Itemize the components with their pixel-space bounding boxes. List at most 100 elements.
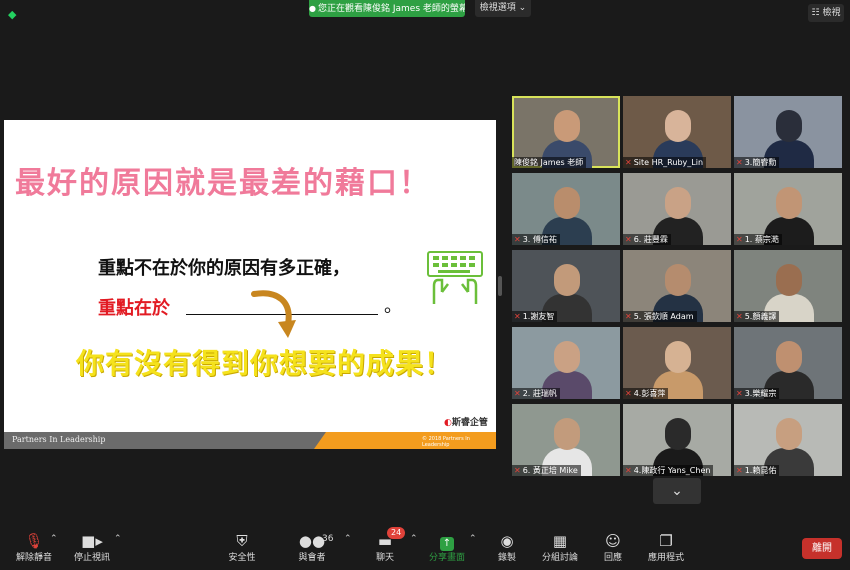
participant-tile[interactable]: 陳俊銘 James 老師: [512, 96, 620, 168]
share-screen-icon: ↑: [417, 530, 477, 552]
participant-name: 3.簡睿勳: [744, 158, 777, 167]
slide-title: 最好的原因就是最差的藉口！: [15, 166, 431, 201]
view-options-button[interactable]: 檢視選項 ⌄: [475, 0, 531, 17]
participant-name: Site HR_Ruby_Lin: [633, 158, 704, 167]
participant-name: 2. 莊瑞帆: [522, 389, 557, 398]
participant-face: [776, 418, 802, 450]
participant-name: 陳俊銘 James 老師: [514, 158, 584, 167]
chat-button[interactable]: ▬ 聊天: [355, 524, 415, 564]
participants-button[interactable]: ●● 與會者: [282, 524, 342, 564]
participant-face: [554, 418, 580, 450]
participant-name-label: ✕ 6. 莊豐霖: [623, 234, 671, 245]
participant-face: [665, 341, 691, 373]
footer-brand: Partners In Leadership: [12, 435, 106, 444]
slide-line-1: 重點不在於你的原因有多正確，: [98, 258, 350, 279]
participant-face: [776, 187, 802, 219]
participant-name: 5. 張欽順 Adam: [633, 312, 694, 321]
muted-microphone-icon: ✕: [736, 158, 743, 167]
leave-meeting-button[interactable]: 離開: [802, 538, 842, 559]
keyboard-typing-icon: [427, 251, 483, 304]
shield-icon[interactable]: ◆: [8, 9, 18, 21]
participant-tile[interactable]: ✕ 1. 蔡宗澔: [734, 173, 842, 245]
grid-icon: ☷: [811, 8, 820, 18]
top-bar: ◆ ● 您正在觀看陳俊銘 James 老師的螢幕 檢視選項 ⌄ ☷ 檢視: [0, 0, 850, 22]
slide-line-3: 你有沒有得到你想要的成果！: [76, 347, 454, 380]
participant-tile[interactable]: ✕ 6. 黃正培 Mike: [512, 404, 620, 476]
participant-tile[interactable]: ✕ 2. 莊瑞帆: [512, 327, 620, 399]
participant-face: [554, 341, 580, 373]
participant-name-label: ✕ 3.樂耀宗: [734, 388, 780, 399]
muted-microphone-icon: ✕: [625, 235, 632, 244]
gallery-view-button[interactable]: ☷ 檢視: [808, 4, 844, 22]
video-camera-icon: ■▸: [81, 532, 103, 550]
video-options-caret[interactable]: ⌃: [114, 534, 122, 544]
muted-microphone-icon: ✕: [736, 389, 743, 398]
participant-name-label: ✕ 6. 黃正培 Mike: [512, 465, 581, 476]
participant-face: [776, 264, 802, 296]
participant-face: [554, 264, 580, 296]
participant-name: 5.顏義譯: [744, 312, 777, 321]
slide-footer: Partners In Leadership © 2018 Partners I…: [4, 432, 496, 449]
screen-share-banner: ● 您正在觀看陳俊銘 James 老師的螢幕: [309, 0, 465, 17]
participant-name: 1. 蔡宗澔: [744, 235, 779, 244]
audio-options-caret[interactable]: ⌃: [50, 534, 58, 544]
participant-name: 1.賴昆佑: [744, 466, 777, 475]
participant-name: 4.彭喜萍: [633, 389, 666, 398]
apps-button[interactable]: ❐ 應用程式: [636, 524, 696, 564]
participant-face: [665, 110, 691, 142]
smiley-icon: ☺: [605, 532, 621, 550]
participant-tile[interactable]: ✕ 3.樂耀宗: [734, 327, 842, 399]
participants-options-caret[interactable]: ⌃: [344, 534, 352, 544]
participant-face: [665, 418, 691, 450]
slide-line-2: 重點在於: [98, 298, 170, 319]
shield-icon: ⛨: [236, 532, 248, 550]
panel-resize-handle[interactable]: [498, 276, 502, 296]
muted-microphone-icon: ✕: [736, 235, 743, 244]
participant-tile[interactable]: ✕ 1.謝友智: [512, 250, 620, 322]
muted-microphone-icon: ✕: [625, 466, 632, 475]
share-screen-button[interactable]: ↑ 分享畫面: [417, 524, 477, 564]
participant-tile[interactable]: ✕ 3. 傅信祐: [512, 173, 620, 245]
participant-tile[interactable]: ✕ 6. 莊豐霖: [623, 173, 731, 245]
slide-period: 。: [384, 296, 402, 317]
reactions-button[interactable]: ☺ 回應: [583, 524, 643, 564]
muted-microphone-icon: ✕: [625, 158, 632, 167]
participant-name-label: ✕ 1.賴昆佑: [734, 465, 780, 476]
participant-tile[interactable]: ✕ 5.顏義譯: [734, 250, 842, 322]
muted-microphone-icon: ✕: [625, 312, 632, 321]
participant-name-label: ✕ 5. 張欽順 Adam: [623, 311, 697, 322]
participant-face: [554, 187, 580, 219]
unmute-button[interactable]: 🎙 解除靜音: [4, 524, 64, 564]
meeting-toolbar: 🎙 解除靜音 ⌃ ■▸ 停止視訊 ⌃ ⛨ 安全性 ●● 與會者 36 ⌃ ▬ 聊…: [0, 524, 850, 570]
apps-icon: ❐: [659, 532, 673, 550]
muted-microphone-icon: ✕: [514, 312, 521, 321]
participant-tile[interactable]: ✕ 3.簡睿勳: [734, 96, 842, 168]
breakout-rooms-button[interactable]: ▦ 分組討論: [530, 524, 590, 564]
breakout-rooms-icon: ▦: [552, 532, 568, 550]
participant-name: 6. 莊豐霖: [633, 235, 668, 244]
security-button[interactable]: ⛨ 安全性: [212, 524, 272, 564]
participant-face: [665, 264, 691, 296]
stop-video-button[interactable]: ■▸ 停止視訊: [62, 524, 122, 564]
chat-bubble-icon: ▬: [377, 532, 393, 550]
participant-tile[interactable]: ✕ 4.彭喜萍: [623, 327, 731, 399]
participant-face: [776, 110, 802, 142]
record-button[interactable]: ◉ 錄製: [477, 524, 537, 564]
footer-copyright: © 2018 Partners In Leadership: [422, 436, 470, 448]
logo-mark-icon: ◐: [444, 418, 452, 428]
participant-count: 36: [322, 534, 334, 544]
chevron-down-icon: ⌄: [515, 3, 527, 13]
participant-gallery: 陳俊銘 James 老師 ✕ Site HR_Ruby_Lin ✕ 3.簡睿勳 ✕ 3. 傅…: [512, 96, 842, 476]
scroll-down-button[interactable]: ⌄: [653, 478, 701, 504]
participant-tile[interactable]: ✕ 1.賴昆佑: [734, 404, 842, 476]
participant-tile[interactable]: ✕ Site HR_Ruby_Lin: [623, 96, 731, 168]
participant-name: 1.謝友智: [522, 312, 555, 321]
participant-name: 6. 黃正培 Mike: [522, 466, 578, 475]
curved-arrow-icon: [251, 290, 296, 338]
participant-tile[interactable]: ✕ 5. 張欽順 Adam: [623, 250, 731, 322]
participant-tile[interactable]: ✕ 4.陳政行 Yans_Chen: [623, 404, 731, 476]
chevron-down-icon: ⌄: [671, 483, 683, 499]
muted-microphone-icon: ✕: [736, 466, 743, 475]
company-logo: ◐斯睿企管: [444, 418, 488, 428]
share-options-caret[interactable]: ⌃: [469, 534, 477, 544]
